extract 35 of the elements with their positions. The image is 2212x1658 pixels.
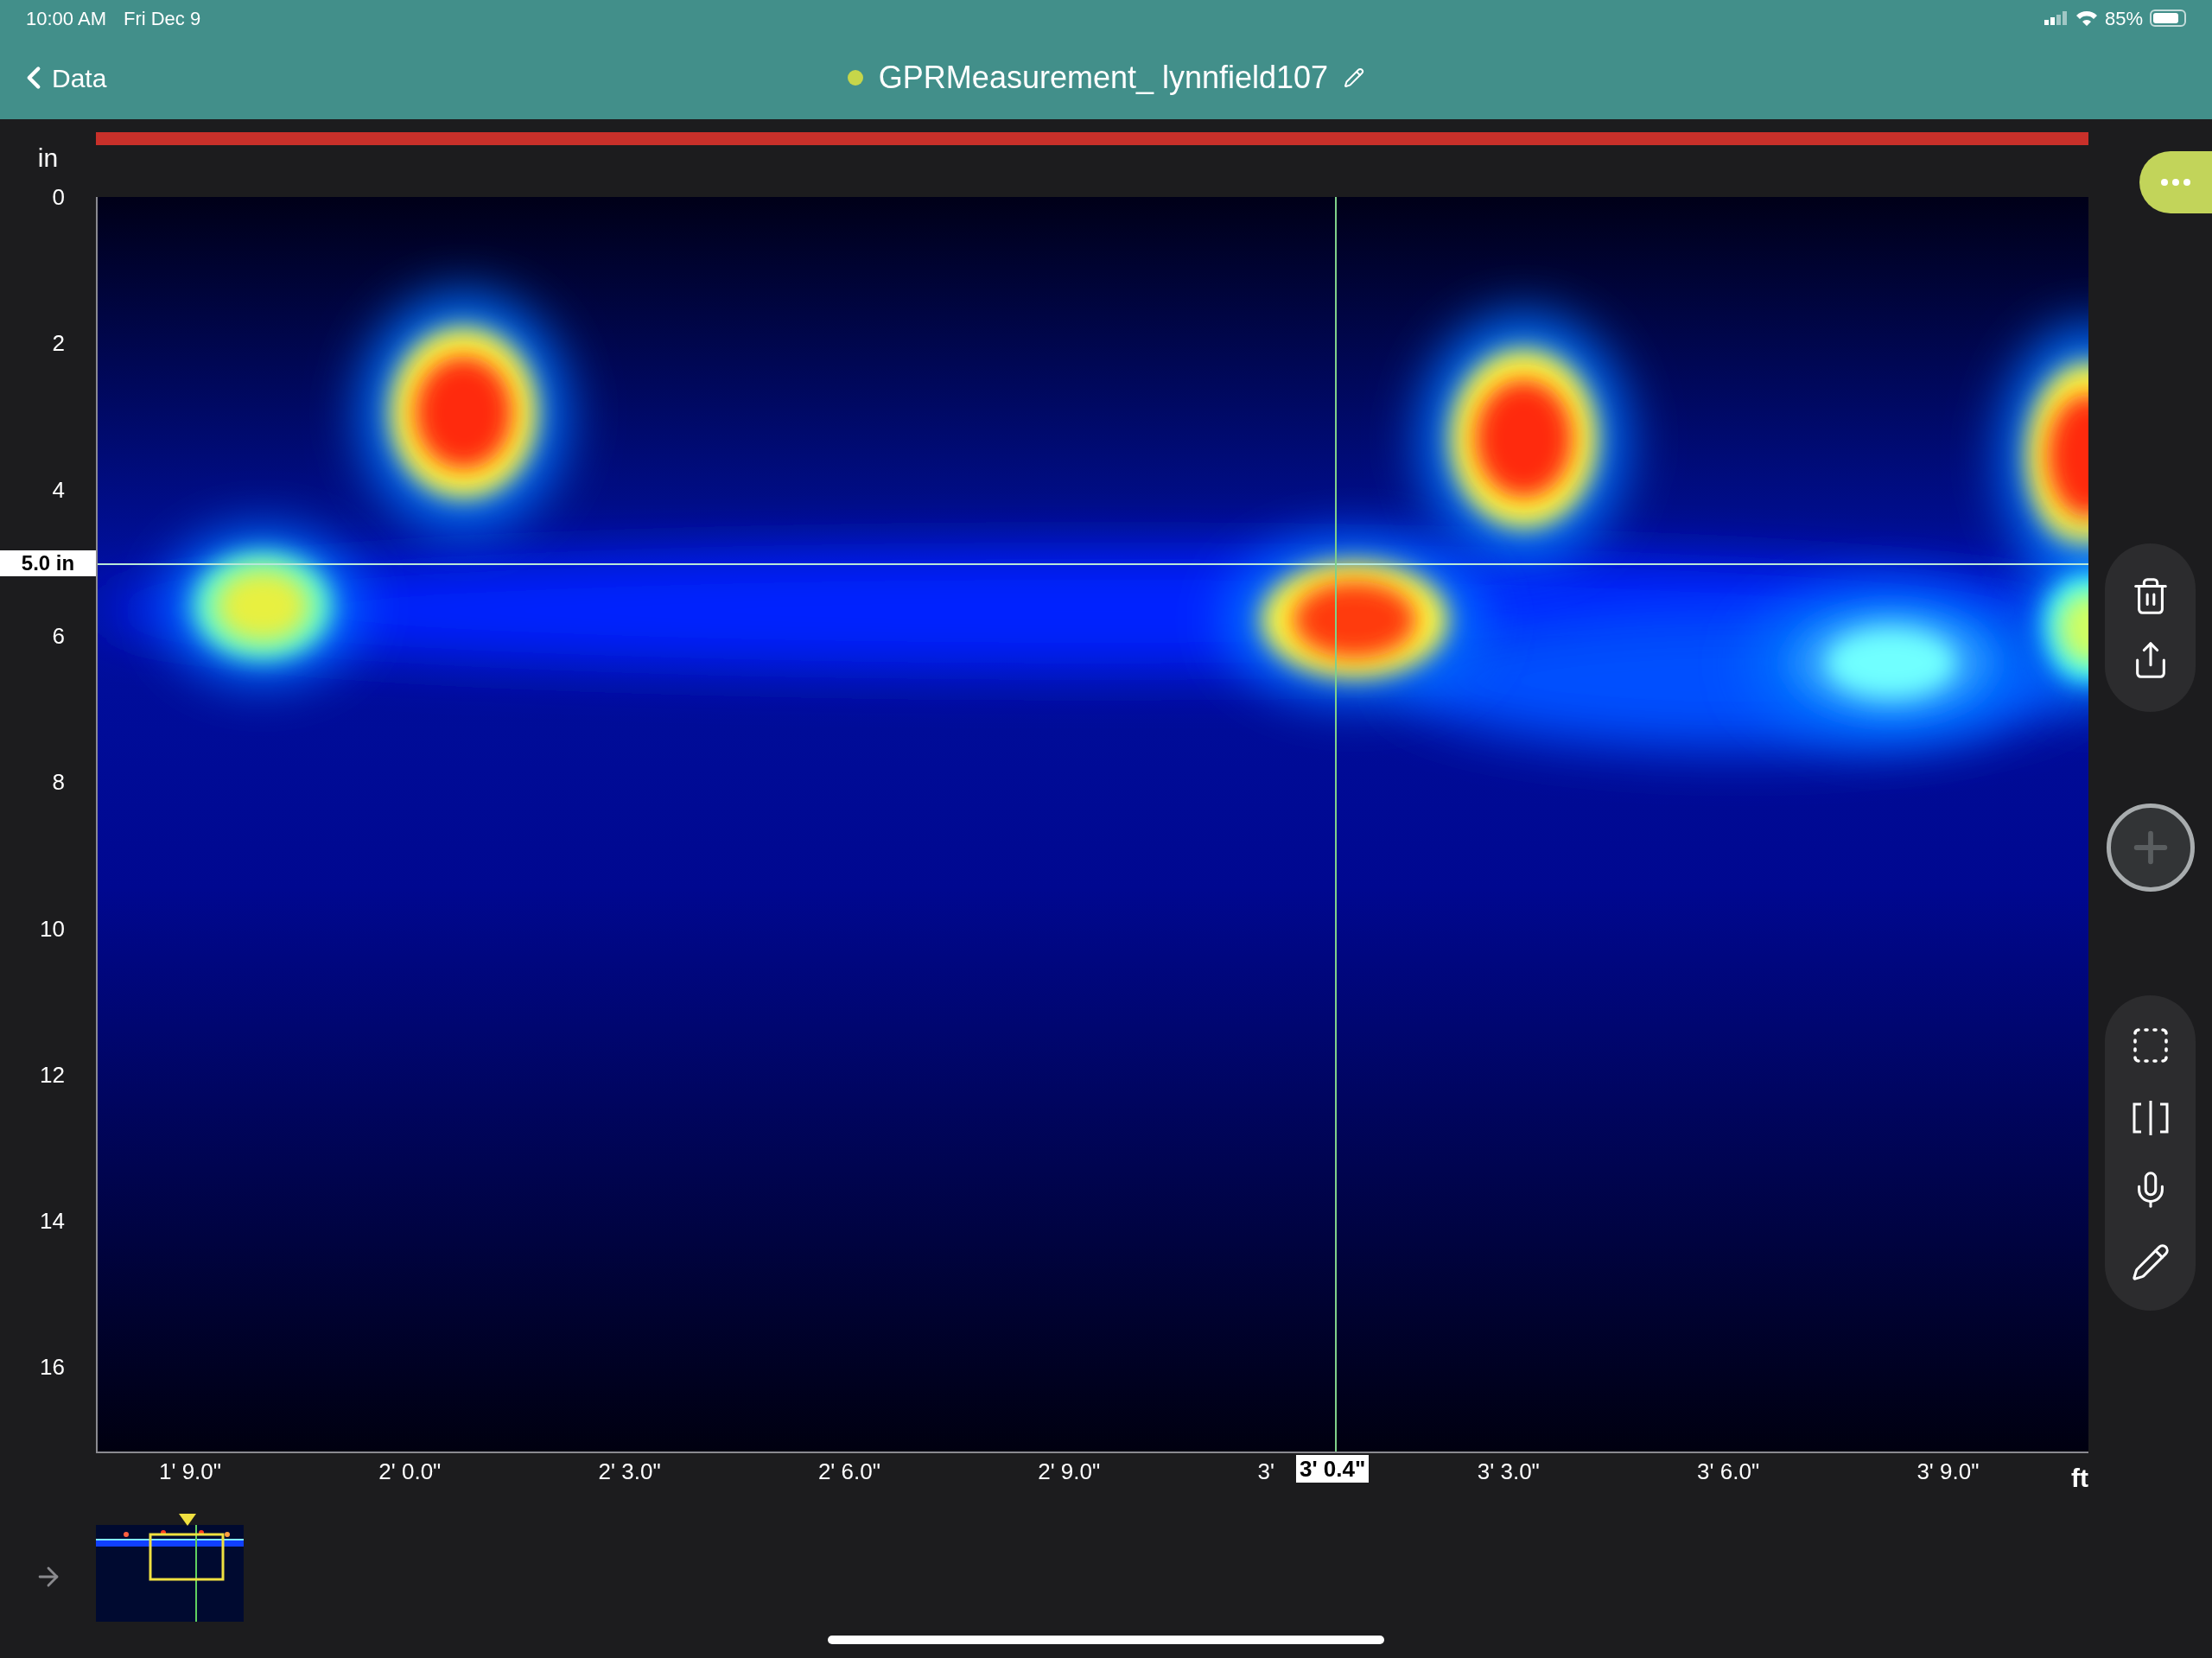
depth-tick-label: 14 (40, 1210, 65, 1233)
pen-button[interactable] (2130, 1242, 2171, 1282)
status-time: 10:00 AM (26, 6, 106, 31)
edit-icon[interactable] (1344, 67, 1365, 88)
ellipsis-icon (2161, 179, 2190, 186)
depth-tick-label: 4 (52, 478, 65, 501)
battery-percent: 85% (2104, 6, 2143, 31)
measurement-title: GPRMeasurement_ lynnfield107 (878, 59, 1329, 97)
depth-tick-label: 0 (52, 186, 65, 208)
signal-icon (2044, 11, 2067, 25)
distance-tick-label: 2' 0.0" (378, 1460, 442, 1483)
wifi-icon (2075, 10, 2098, 27)
back-button[interactable]: Data (16, 58, 107, 98)
depth-tick-label: 16 (40, 1356, 65, 1379)
depth-tick-label: 6 (52, 624, 65, 647)
distance-readout: 3' 0.4" (1296, 1455, 1370, 1483)
distance-tick-label: 3' 9.0" (1916, 1460, 1980, 1483)
distance-tick-label: 2' 6.0" (817, 1460, 880, 1483)
distance-tick-label: 3' 3.0" (1477, 1460, 1540, 1483)
depth-unit: in (37, 143, 59, 174)
depth-tick-label: 8 (52, 771, 65, 794)
distance-unit: ft (2071, 1463, 2088, 1494)
distance-tick-label: 3' (1257, 1460, 1274, 1483)
battery-icon (2150, 10, 2186, 27)
distance-tick-label: 3' 6.0" (1697, 1460, 1760, 1483)
more-button[interactable] (2139, 151, 2212, 213)
distance-tick-label: 2' 9.0" (1038, 1460, 1101, 1483)
distance-tick-label: 1' 9.0" (159, 1460, 222, 1483)
distance-tick-label: 2' 3.0" (598, 1460, 661, 1483)
depth-tick-label: 2 (52, 332, 65, 355)
depth-tick-label: 12 (40, 1063, 65, 1086)
minimap-drawing[interactable] (96, 1514, 244, 1622)
status-date: Fri Dec 9 (123, 6, 201, 31)
depth-readout: 5.0 in (0, 550, 96, 576)
depth-tick-label: 10 (40, 917, 65, 940)
